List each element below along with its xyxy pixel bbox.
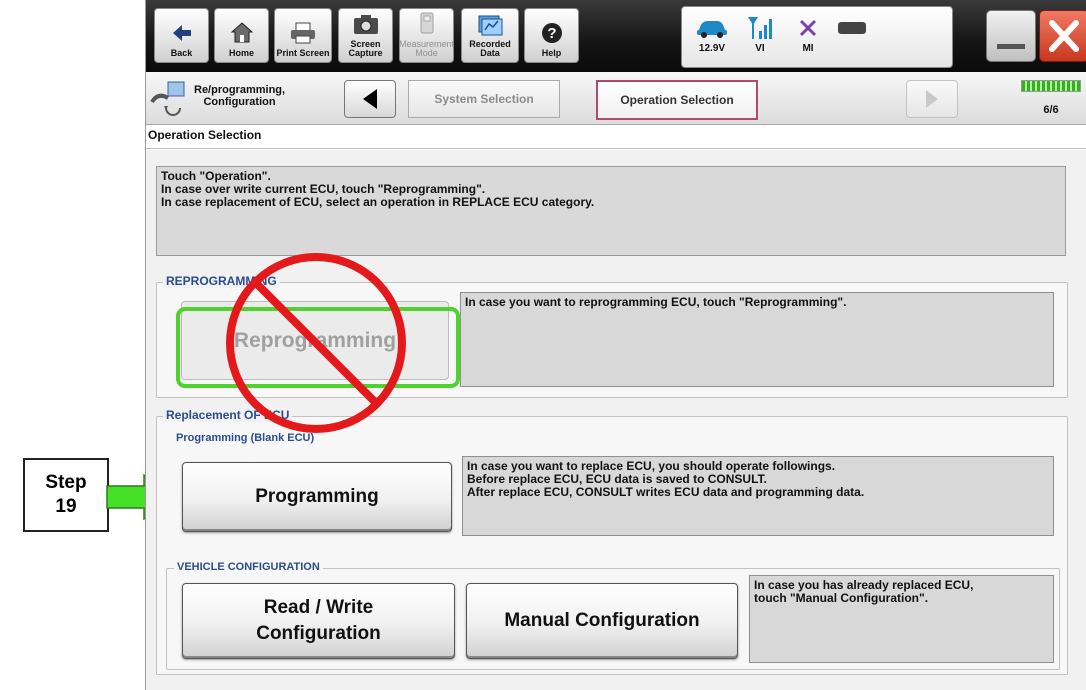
svg-text:?: ? [547, 25, 556, 42]
step-callout: Step 19 [23, 458, 109, 532]
tab-operation-selection[interactable]: Operation Selection [596, 80, 758, 120]
tab-system-selection[interactable]: System Selection [408, 80, 560, 118]
back-label: Back [170, 48, 193, 58]
step-number: 19 [55, 496, 77, 517]
read-write-label-line: Configuration [256, 623, 381, 644]
back-arrow-icon [169, 20, 195, 46]
printer-icon [290, 20, 316, 46]
voltage-label: 12.9V [698, 43, 726, 54]
description-line: After replace ECU, CONSULT writes ECU da… [467, 485, 865, 499]
breadcrumb-forward-button[interactable] [906, 80, 958, 118]
progress-bar [1021, 80, 1081, 92]
recorded-data-label: Recorded Data [469, 39, 511, 58]
breadcrumb-back-button[interactable] [344, 80, 396, 118]
measurement-mode-button[interactable]: Measurement Mode [399, 8, 454, 63]
vi-label: VI [755, 43, 765, 54]
help-button[interactable]: ? Help [524, 8, 579, 63]
toolbar: Back Home Print Screen Screen Capture Me… [146, 0, 1086, 72]
home-button[interactable]: Home [214, 8, 269, 63]
read-write-label-line: Read / Write [263, 597, 374, 618]
step-label: Step [45, 472, 87, 493]
print-screen-label: Print Screen [276, 48, 330, 58]
step-progress: 6/6 [1020, 78, 1082, 120]
measurement-mode-label: Measurement Mode [398, 39, 455, 58]
triangle-left-icon [363, 89, 377, 109]
description-line: touch "Manual Configuration". [754, 591, 929, 605]
mi-status: MI [786, 13, 830, 54]
battery-voltage-status: 12.9V [690, 13, 734, 54]
manual-configuration-description: In case you has already replaced ECU, to… [749, 575, 1054, 663]
signal-icon [738, 13, 782, 43]
vehicle-configuration-label: VEHICLE CONFIGURATION [174, 561, 323, 573]
page-title: Operation Selection [148, 128, 262, 142]
progress-text: 6/6 [1043, 104, 1059, 116]
extra-status [830, 13, 874, 43]
programming-button[interactable]: Programming [182, 462, 452, 532]
minimize-button[interactable] [986, 10, 1036, 62]
print-screen-button[interactable]: Print Screen [274, 8, 332, 63]
home-label: Home [228, 48, 254, 58]
read-write-configuration-button[interactable]: Read / Write Configuration [182, 583, 455, 659]
close-button[interactable] [1039, 10, 1086, 62]
programming-description: In case you want to replace ECU, you sho… [462, 456, 1054, 536]
instruction-box: Touch "Operation". In case over write cu… [156, 166, 1066, 256]
instruction-line: In case replacement of ECU, select an op… [161, 195, 595, 209]
status-panel: 12.9V VI MI [681, 6, 953, 68]
screen-capture-button[interactable]: Screen Capture [338, 8, 393, 63]
breadcrumb: Re/programming, Configuration System Sel… [146, 72, 1086, 125]
car-icon [690, 13, 734, 43]
home-icon [229, 20, 255, 46]
screen-capture-label: Screen Capture [348, 39, 383, 58]
camera-icon [353, 11, 379, 37]
close-icon [1049, 20, 1079, 52]
divider [146, 148, 1086, 149]
prohibited-icon [226, 253, 406, 433]
vi-status: VI [738, 13, 782, 54]
reprogramming-description: In case you want to reprogramming ECU, t… [460, 292, 1054, 387]
recorded-data-button[interactable]: Recorded Data [461, 8, 519, 63]
recorded-data-icon [477, 11, 503, 37]
help-icon: ? [539, 20, 565, 46]
breadcrumb-title: Re/programming, Configuration [194, 84, 286, 108]
help-label: Help [541, 48, 562, 58]
battery-indicator-icon [830, 13, 874, 43]
manual-configuration-button[interactable]: Manual Configuration [466, 583, 738, 659]
progress-fill [1022, 81, 1080, 91]
triangle-right-icon [926, 90, 938, 108]
measurement-icon [414, 11, 440, 37]
consult-app-window: Back Home Print Screen Screen Capture Me… [145, 0, 1086, 690]
x-mark-icon [786, 13, 830, 43]
back-button[interactable]: Back [154, 8, 209, 63]
reprogramming-icon [150, 81, 185, 116]
mi-label: MI [802, 43, 814, 54]
